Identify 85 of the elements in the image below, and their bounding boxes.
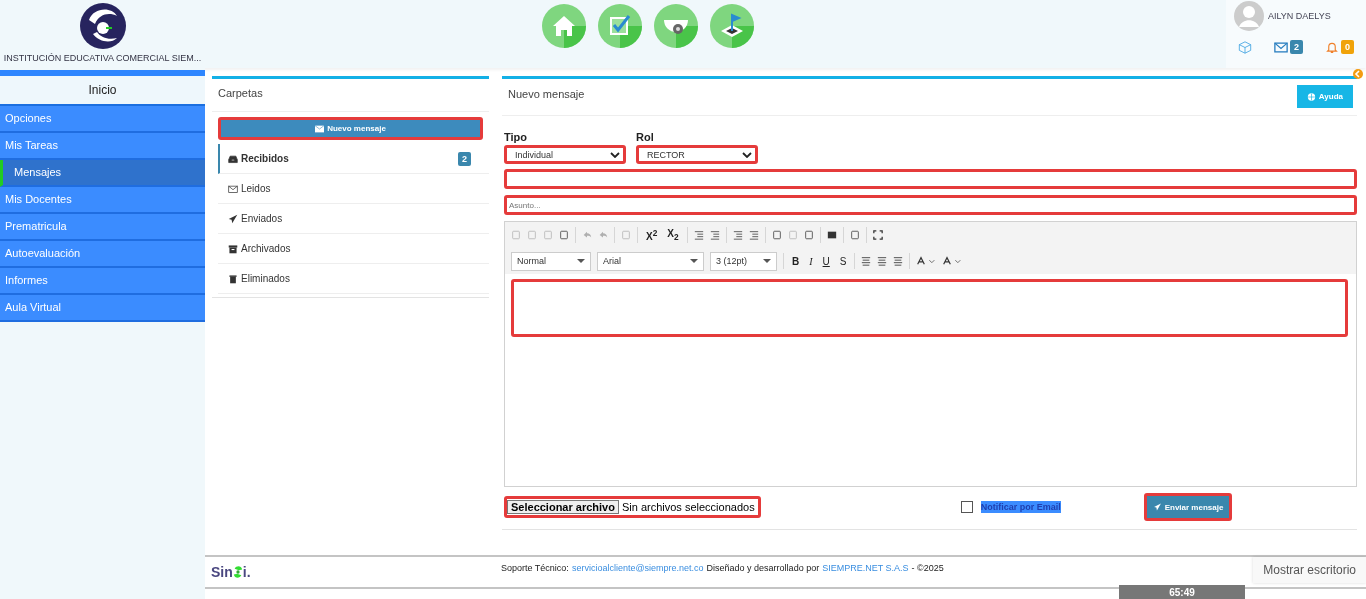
text-color-icon[interactable] (916, 256, 937, 266)
role-dropdown[interactable]: RECTOR (636, 145, 758, 164)
archive-box-icon (228, 243, 238, 254)
folder-item[interactable]: Archivados (218, 234, 489, 264)
fullscreen-icon[interactable] (872, 230, 883, 240)
globe-icon (1306, 92, 1316, 101)
font-dropdown[interactable]: Arial (597, 251, 704, 271)
school-name: INSTITUCIÓN EDUCATIVA COMERCIAL SIEM... (3, 53, 202, 63)
paper-plane-icon (1152, 503, 1162, 511)
recipient-field[interactable] (504, 169, 1357, 189)
folder-label: Leidos (241, 183, 271, 194)
chevron-down-icon (742, 151, 752, 158)
folder-label: Eliminados (241, 273, 290, 284)
camera-icon[interactable] (653, 3, 699, 49)
outdent-icon[interactable] (732, 230, 743, 240)
collapse-icon[interactable] (1352, 68, 1364, 80)
subject-field[interactable]: Asunto... (504, 195, 1357, 215)
panel-title: Carpetas (212, 79, 489, 112)
sidebar-title[interactable]: Inicio (0, 70, 205, 106)
subscript-button[interactable]: X$_{2}$ (665, 228, 681, 242)
caret-icon (690, 259, 698, 263)
sidebar-item[interactable]: Mensajes (0, 160, 205, 187)
folder-label: Enviados (241, 213, 283, 224)
bold-button[interactable]: B (790, 255, 802, 267)
format-dropdown[interactable]: Normal (511, 251, 591, 271)
align-left-icon[interactable] (861, 256, 872, 266)
caret-icon (577, 259, 585, 263)
folder-item[interactable]: Recibidos 2 (218, 144, 489, 174)
alert-count: 0 (1341, 40, 1355, 54)
folder-item[interactable]: Leidos (218, 174, 489, 204)
bell-icon[interactable] (1325, 40, 1339, 54)
field-label: Rol (636, 131, 655, 143)
underline-button[interactable]: U (820, 255, 832, 267)
caret-icon (763, 259, 771, 263)
folder-label: Recibidos (241, 153, 289, 164)
file-picker[interactable]: Seleccionar archivo Sin archivos seleccionados (504, 496, 761, 518)
show-desktop-button[interactable]: Mostrar escritorio (1253, 557, 1366, 583)
file-status: Sin archivos seleccionados (620, 501, 756, 513)
align-center-icon[interactable] (877, 256, 888, 266)
redo-icon[interactable] (598, 230, 608, 240)
copyright-text: - ©2025 (911, 563, 944, 573)
credits-text: Diseñado y desarrollado por (706, 563, 820, 573)
folder-item[interactable]: Eliminados (218, 264, 489, 294)
school-logo-icon (78, 2, 127, 50)
field-label: Tipo (504, 131, 528, 143)
table-icon[interactable] (826, 230, 837, 240)
bullet-list-icon[interactable] (709, 230, 720, 240)
mail-count: 2 (1290, 40, 1303, 54)
support-label: Soporte Técnico: (501, 563, 569, 573)
folder-item[interactable]: Enviados (218, 204, 489, 234)
footer-logo-text: Sin (211, 564, 233, 580)
folder-label: Archivados (241, 243, 291, 254)
message-body-field[interactable] (511, 279, 1348, 337)
chevron-down-icon (610, 151, 620, 158)
numbered-list-icon[interactable] (693, 230, 704, 240)
envelope-icon (228, 183, 238, 194)
new-message-button[interactable]: Nuevo mensaje (218, 117, 483, 140)
italic-button[interactable]: I (807, 255, 815, 267)
checkbox-icon[interactable] (597, 3, 643, 49)
undo-icon[interactable] (582, 230, 592, 240)
trash-icon (228, 273, 238, 284)
strikethrough-button[interactable]: S (837, 255, 849, 267)
envelope-icon[interactable] (1274, 40, 1288, 54)
superscript-button[interactable]: X$^{2}$ (644, 227, 660, 243)
flag-icon[interactable] (709, 3, 755, 49)
type-dropdown[interactable]: Individual (504, 145, 626, 164)
notify-checkbox[interactable] (960, 501, 973, 513)
support-email-link[interactable]: servicioalcliente@siempre.net.co (571, 563, 704, 573)
home-icon[interactable] (541, 3, 587, 49)
cube-icon[interactable] (1238, 40, 1252, 54)
unread-count: 2 (458, 151, 471, 166)
footer-logo-text: i. (242, 564, 251, 580)
align-right-icon[interactable] (893, 256, 904, 266)
session-timer: 65:49 (1119, 585, 1245, 599)
paper-plane-icon (228, 213, 238, 224)
send-message-button[interactable]: Enviar mensaje (1143, 493, 1233, 521)
inbox-icon (228, 153, 238, 164)
user-name: AILYN DAELYS (1268, 11, 1331, 21)
envelope-icon (315, 124, 325, 133)
company-link[interactable]: SIEMPRE.NET S.A.S (822, 563, 909, 573)
indent-icon[interactable] (748, 230, 759, 240)
choose-file-button[interactable]: Seleccionar archivo (507, 500, 619, 514)
font-size-dropdown[interactable]: 3 (12pt) (710, 251, 777, 271)
panel-title: Nuevo mensaje (508, 88, 585, 100)
logo-swirl-icon (232, 564, 243, 580)
